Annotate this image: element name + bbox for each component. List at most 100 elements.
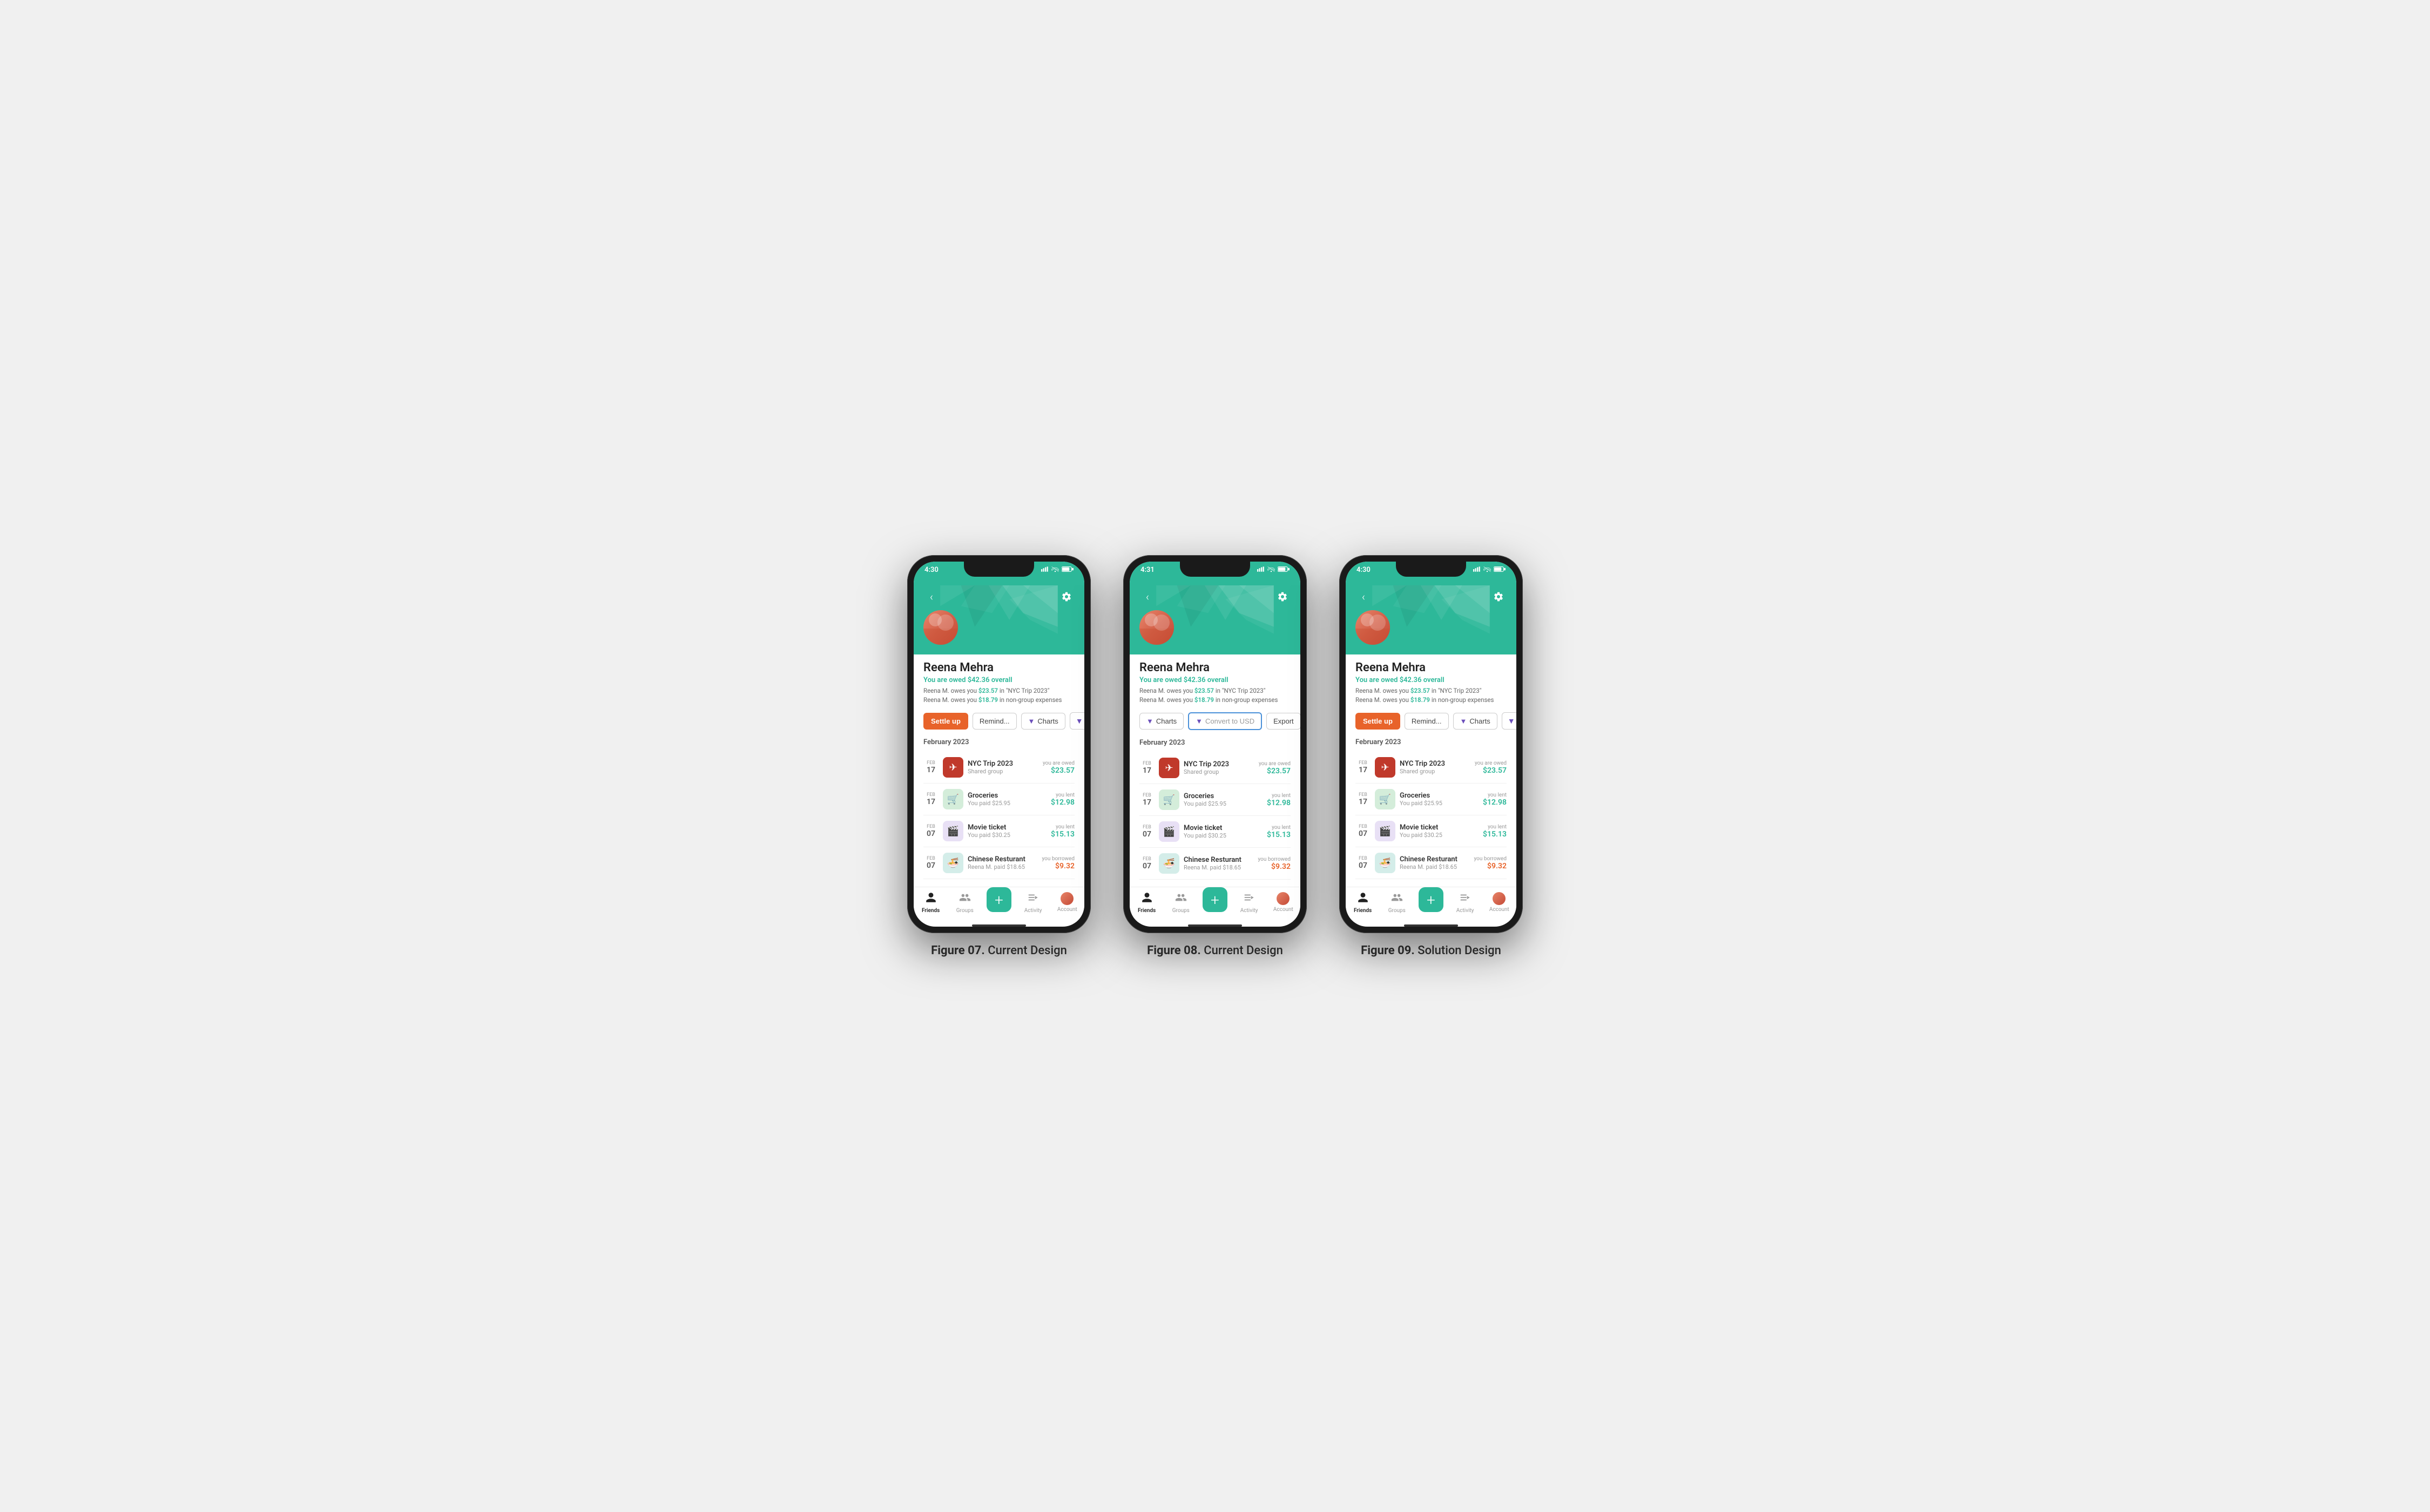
status-icons — [1041, 566, 1074, 572]
nav-item-account[interactable]: Account — [1270, 892, 1297, 913]
back-button[interactable]: ‹ — [923, 589, 940, 605]
settings-button[interactable] — [1274, 589, 1291, 605]
expense-date: Feb 17 — [923, 792, 939, 806]
expense-value: $9.32 — [1474, 862, 1507, 870]
more-button[interactable]: ▼ — [1502, 712, 1516, 730]
settings-button[interactable] — [1058, 589, 1075, 605]
remind-button[interactable]: Remind... — [973, 713, 1017, 730]
charts-button[interactable]: ▼ Charts — [1139, 713, 1184, 730]
action-buttons: Settle upRemind...▼ Charts▼ — [1355, 712, 1507, 730]
status-time: 4:30 — [1356, 566, 1371, 574]
nav-item-groups[interactable]: Groups — [1167, 892, 1194, 914]
expense-item[interactable]: Feb 07 🎬 Movie ticket You paid $30.25 yo… — [1355, 815, 1507, 847]
expense-item[interactable]: Feb 07 🎬 Movie ticket You paid $30.25 yo… — [1139, 816, 1291, 848]
expense-sub: Shared group — [1184, 768, 1254, 775]
expense-item[interactable]: Feb 17 ✈ NYC Trip 2023 Shared group you … — [1139, 752, 1291, 784]
expense-sub: You paid $30.25 — [1184, 832, 1263, 839]
nav-label-friends: Friends — [1138, 908, 1156, 914]
expense-date: Feb 07 — [1139, 825, 1155, 839]
user-avatar — [1139, 610, 1291, 645]
expense-date: Feb 17 — [1139, 761, 1155, 775]
expense-label: you lent — [1483, 792, 1507, 798]
settings-button[interactable] — [1490, 589, 1507, 605]
expense-name: NYC Trip 2023 — [1400, 760, 1470, 768]
nav-label-activity: Activity — [1024, 908, 1042, 914]
nav-item-friends[interactable]: Friends — [917, 892, 944, 914]
export-button[interactable]: Export — [1266, 713, 1300, 730]
expense-name: Movie ticket — [1400, 824, 1479, 832]
nav-item-groups[interactable]: Groups — [1383, 892, 1410, 914]
header-nav: ‹ — [1139, 585, 1291, 610]
owed-detail: Reena M. owes you $23.57 in "NYC Trip 20… — [1139, 686, 1291, 705]
nav-item-activity[interactable]: Activity — [1452, 892, 1479, 914]
nav-add-button[interactable]: + — [1202, 893, 1228, 912]
owed-detail: Reena M. owes you $23.57 in "NYC Trip 20… — [1355, 686, 1507, 705]
figure-wrapper-fig09: 4:30 ‹ — [1339, 555, 1523, 957]
expense-item[interactable]: Feb 07 🍜 Chinese Resturant Reena M. paid… — [923, 847, 1075, 879]
action-buttons: Settle upRemind...▼ Charts▼ — [923, 712, 1075, 730]
home-indicator — [972, 924, 1026, 927]
expense-icon: 🛒 — [1375, 789, 1395, 809]
bottom-nav: Friends Groups + Activity — [1346, 887, 1516, 922]
nav-label-activity: Activity — [1240, 908, 1258, 914]
charts-button[interactable]: ▼ Charts — [1453, 713, 1497, 730]
section-month: February 2023 — [1355, 738, 1507, 746]
expense-date: Feb 07 — [1355, 856, 1371, 870]
expense-sub: Shared group — [968, 768, 1038, 775]
expense-list: Feb 17 ✈ NYC Trip 2023 Shared group you … — [1355, 752, 1507, 879]
expense-item[interactable]: Feb 17 🛒 Groceries You paid $25.95 you l… — [1355, 784, 1507, 815]
nav-item-activity[interactable]: Activity — [1236, 892, 1263, 914]
phone-notch — [1396, 562, 1466, 577]
expense-item[interactable]: Feb 17 ✈ NYC Trip 2023 Shared group you … — [923, 752, 1075, 784]
expense-name: Groceries — [1400, 792, 1479, 800]
charts-button[interactable]: ▼ Charts — [1021, 713, 1065, 730]
back-button[interactable]: ‹ — [1355, 589, 1372, 605]
nav-item-friends[interactable]: Friends — [1349, 892, 1376, 914]
expense-date: Feb 07 — [923, 824, 939, 838]
figure-wrapper-fig08: 4:31 ‹ — [1123, 555, 1307, 957]
back-button[interactable]: ‹ — [1139, 589, 1156, 605]
expense-item[interactable]: Feb 17 🛒 Groceries You paid $25.95 you l… — [923, 784, 1075, 815]
expense-value: $23.57 — [1475, 766, 1507, 775]
settle-up-button[interactable]: Settle up — [923, 713, 968, 730]
nav-item-groups[interactable]: Groups — [951, 892, 978, 914]
section-month: February 2023 — [923, 738, 1075, 746]
expense-sub: You paid $30.25 — [1400, 832, 1479, 839]
expense-label: you lent — [1051, 824, 1075, 830]
expense-label: you are owed — [1259, 761, 1291, 767]
expense-name: Chinese Resturant — [1184, 856, 1253, 864]
nav-add-button[interactable]: + — [1418, 893, 1444, 912]
nav-label-account: Account — [1489, 907, 1509, 913]
expense-sub: You paid $25.95 — [1184, 800, 1263, 807]
expense-sub: You paid $25.95 — [1400, 800, 1479, 807]
expense-label: you are owed — [1043, 760, 1075, 766]
expense-item[interactable]: Feb 07 🍜 Chinese Resturant Reena M. paid… — [1139, 848, 1291, 880]
nav-item-activity[interactable]: Activity — [1020, 892, 1047, 914]
nav-label-account: Account — [1273, 907, 1293, 913]
user-name: Reena Mehra — [1355, 661, 1507, 674]
phone-screen: 4:30 ‹ — [914, 562, 1084, 927]
header-nav: ‹ — [923, 585, 1075, 610]
expense-item[interactable]: Feb 07 🍜 Chinese Resturant Reena M. paid… — [1355, 847, 1507, 879]
remind-button[interactable]: Remind... — [1405, 713, 1449, 730]
expense-icon: ✈ — [1375, 757, 1395, 778]
phone-fig07: 4:30 ‹ — [907, 555, 1091, 933]
more-button[interactable]: ▼ — [1070, 712, 1084, 730]
expense-icon: ✈ — [943, 757, 963, 778]
expense-value: $23.57 — [1259, 767, 1291, 775]
expense-label: you lent — [1267, 793, 1291, 799]
expense-value: $12.98 — [1483, 798, 1507, 807]
expense-item[interactable]: Feb 07 🎬 Movie ticket You paid $30.25 yo… — [923, 815, 1075, 847]
expense-date: Feb 17 — [923, 760, 939, 774]
activity-icon — [1243, 892, 1255, 906]
figure-caption-fig09: Figure 09. Solution Design — [1361, 944, 1501, 957]
nav-item-account[interactable]: Account — [1486, 892, 1513, 913]
nav-add-button[interactable]: + — [986, 893, 1013, 912]
expense-icon: ✈ — [1159, 758, 1179, 778]
settle-up-button[interactable]: Settle up — [1355, 713, 1400, 730]
nav-item-friends[interactable]: Friends — [1133, 892, 1160, 914]
nav-item-account[interactable]: Account — [1054, 892, 1081, 913]
convert-button[interactable]: ▼ Convert to USD — [1188, 712, 1262, 730]
expense-item[interactable]: Feb 17 ✈ NYC Trip 2023 Shared group you … — [1355, 752, 1507, 784]
expense-item[interactable]: Feb 17 🛒 Groceries You paid $25.95 you l… — [1139, 784, 1291, 816]
